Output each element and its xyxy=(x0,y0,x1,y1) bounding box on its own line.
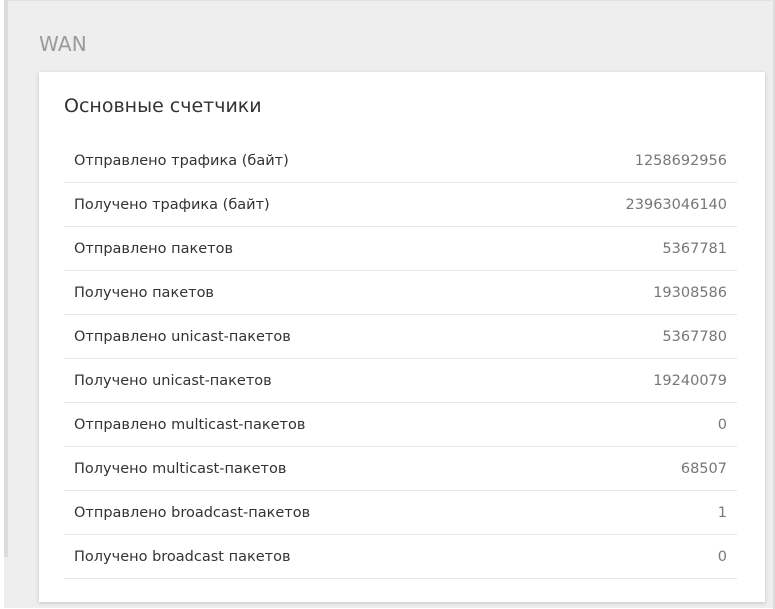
table-row: Отправлено пакетов 5367781 xyxy=(64,227,737,271)
left-rail xyxy=(4,1,8,557)
row-label: Отправлено unicast-пакетов xyxy=(74,328,291,345)
section-title: WAN xyxy=(39,32,87,56)
row-value: 23963046140 xyxy=(625,196,727,213)
counters-table: Отправлено трафика (байт) 1258692956 Пол… xyxy=(64,139,737,579)
row-value: 19308586 xyxy=(653,284,727,301)
row-value: 5367781 xyxy=(662,240,727,257)
row-label: Получено unicast-пакетов xyxy=(74,372,272,389)
row-label: Получено пакетов xyxy=(74,284,214,301)
row-label: Отправлено broadcast-пакетов xyxy=(74,504,311,521)
counters-card: Основные счетчики Отправлено трафика (ба… xyxy=(39,72,765,602)
row-label: Отправлено multicast-пакетов xyxy=(74,416,306,433)
row-label: Отправлено пакетов xyxy=(74,240,234,257)
page-frame: WAN Основные счетчики Отправлено трафика… xyxy=(4,0,775,609)
row-value: 68507 xyxy=(680,460,727,477)
row-label: Получено трафика (байт) xyxy=(74,196,270,213)
row-value: 1 xyxy=(717,504,727,521)
table-row: Отправлено multicast-пакетов 0 xyxy=(64,403,737,447)
table-row: Получено broadcast пакетов 0 xyxy=(64,535,737,579)
table-row: Отправлено трафика (байт) 1258692956 xyxy=(64,139,737,183)
table-row: Получено multicast-пакетов 68507 xyxy=(64,447,737,491)
row-value: 5367780 xyxy=(662,328,727,345)
row-label: Получено multicast-пакетов xyxy=(74,460,287,477)
row-value: 0 xyxy=(717,416,727,433)
row-value: 0 xyxy=(717,548,727,565)
table-row: Получено unicast-пакетов 19240079 xyxy=(64,359,737,403)
table-row: Отправлено unicast-пакетов 5367780 xyxy=(64,315,737,359)
row-label: Отправлено трафика (байт) xyxy=(74,152,289,169)
row-label: Получено broadcast пакетов xyxy=(74,548,291,565)
table-row: Отправлено broadcast-пакетов 1 xyxy=(64,491,737,535)
row-value: 1258692956 xyxy=(634,152,727,169)
table-row: Получено трафика (байт) 23963046140 xyxy=(64,183,737,227)
card-title: Основные счетчики xyxy=(64,95,262,117)
row-value: 19240079 xyxy=(653,372,727,389)
table-row: Получено пакетов 19308586 xyxy=(64,271,737,315)
